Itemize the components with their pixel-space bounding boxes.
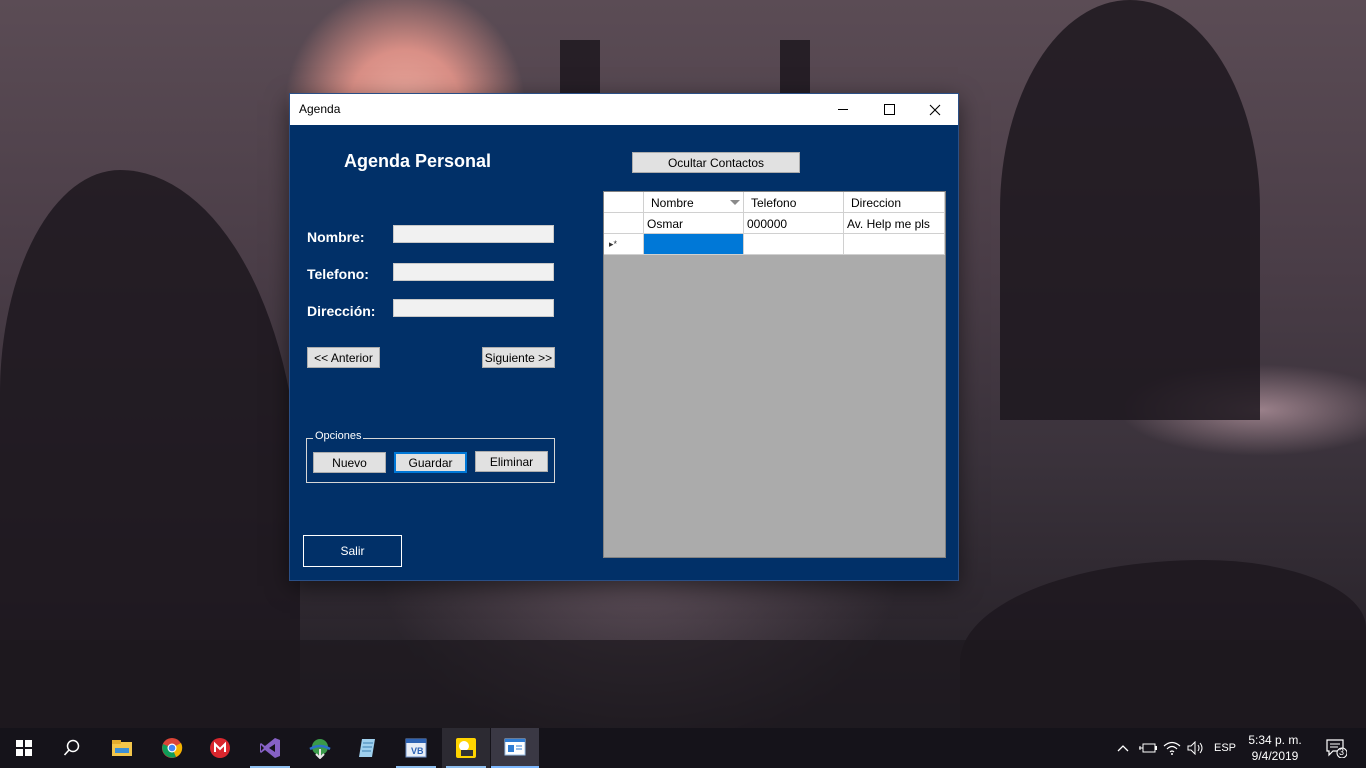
taskbar-mega[interactable] bbox=[196, 728, 244, 768]
page-title: Agenda Personal bbox=[344, 151, 492, 171]
options-group: Opciones Nuevo Guardar Eliminar bbox=[306, 430, 555, 483]
wifi-icon bbox=[1163, 741, 1181, 755]
notepad-icon bbox=[359, 739, 375, 757]
form-client-area: Agenda Personal Ocultar Contactos Nombre… bbox=[290, 125, 958, 580]
row-header[interactable] bbox=[604, 213, 644, 234]
agenda-window: Agenda Agenda Personal Ocultar Contactos… bbox=[290, 94, 958, 580]
window-title: Agenda bbox=[299, 102, 341, 116]
vb-icon: VB bbox=[405, 738, 427, 758]
delete-button[interactable]: Eliminar bbox=[475, 451, 548, 472]
search-button[interactable] bbox=[48, 728, 96, 768]
mega-icon bbox=[210, 738, 230, 758]
taskbar-file-explorer[interactable] bbox=[98, 728, 146, 768]
nombre-field[interactable] bbox=[393, 225, 554, 243]
column-header-telefono[interactable]: Telefono bbox=[744, 192, 844, 213]
new-row-marker[interactable]: ▸* bbox=[604, 234, 644, 255]
toggle-contacts-button[interactable]: Ocultar Contactos bbox=[632, 152, 800, 173]
action-center-button[interactable]: 3 bbox=[1316, 728, 1356, 768]
taskbar-vb[interactable]: VB bbox=[392, 728, 440, 768]
internet-download-icon bbox=[309, 739, 331, 759]
cell-telefono-new[interactable] bbox=[744, 234, 844, 255]
tray-language[interactable]: ESP bbox=[1210, 728, 1240, 768]
contacts-grid[interactable]: Nombre Telefono Direccion Osmar 000000 A… bbox=[603, 191, 946, 558]
direccion-label: Dirección: bbox=[307, 303, 376, 319]
tray-volume[interactable] bbox=[1186, 728, 1206, 768]
cell-nombre-new[interactable] bbox=[644, 234, 744, 255]
agenda-app-icon bbox=[504, 738, 526, 756]
file-explorer-icon bbox=[112, 740, 132, 756]
chevron-up-icon bbox=[1117, 745, 1129, 752]
nombre-label: Nombre: bbox=[307, 229, 365, 245]
tray-overflow-button[interactable] bbox=[1114, 728, 1132, 768]
notification-badge: 3 bbox=[1339, 747, 1345, 757]
minimize-button[interactable] bbox=[820, 94, 866, 125]
column-header-nombre[interactable]: Nombre bbox=[644, 192, 744, 213]
wallpaper-ground bbox=[0, 640, 1366, 728]
taskbar-internet-download[interactable] bbox=[296, 728, 344, 768]
taskbar-chrome[interactable] bbox=[148, 728, 196, 768]
next-button[interactable]: Siguiente >> bbox=[482, 347, 555, 368]
telefono-field[interactable] bbox=[393, 263, 554, 281]
tray-network[interactable] bbox=[1162, 728, 1182, 768]
taskbar-visual-studio[interactable] bbox=[246, 728, 294, 768]
start-icon bbox=[16, 740, 32, 756]
taskbar: VB ESP 5:34 p. m. 9/4/2019 3 bbox=[0, 728, 1366, 768]
clock-date: 9/4/2019 bbox=[1251, 749, 1299, 763]
tray-power[interactable] bbox=[1138, 728, 1158, 768]
close-icon bbox=[929, 104, 941, 115]
search-icon bbox=[63, 739, 80, 756]
taskbar-agenda-app[interactable] bbox=[491, 728, 539, 768]
maximize-button[interactable] bbox=[866, 94, 912, 125]
exit-button[interactable]: Salir bbox=[303, 535, 402, 567]
svg-text:VB: VB bbox=[411, 746, 424, 756]
cell-telefono[interactable]: 000000 bbox=[744, 213, 844, 234]
close-button[interactable] bbox=[912, 94, 958, 125]
row-header-corner[interactable] bbox=[604, 192, 644, 213]
cell-direccion-new[interactable] bbox=[844, 234, 945, 255]
grid-header-row: Nombre Telefono Direccion bbox=[604, 192, 945, 213]
minimize-icon bbox=[838, 109, 848, 110]
speaker-icon bbox=[1187, 741, 1203, 755]
visual-studio-icon bbox=[260, 738, 280, 758]
clock-time: 5:34 p. m. bbox=[1248, 733, 1302, 747]
taskbar-notepad[interactable] bbox=[344, 728, 392, 768]
options-legend: Opciones bbox=[313, 430, 364, 442]
app-icon bbox=[456, 738, 476, 758]
title-bar[interactable]: Agenda bbox=[290, 94, 958, 125]
cell-nombre[interactable]: Osmar bbox=[644, 213, 744, 234]
wallpaper-tree bbox=[1000, 0, 1260, 420]
save-button[interactable]: Guardar bbox=[394, 452, 467, 473]
new-button[interactable]: Nuevo bbox=[313, 452, 386, 473]
taskbar-app[interactable] bbox=[442, 728, 490, 768]
start-button[interactable] bbox=[0, 728, 48, 768]
battery-plug-icon bbox=[1139, 743, 1157, 753]
cell-direccion[interactable]: Av. Help me pls bbox=[844, 213, 945, 234]
new-row[interactable]: ▸* bbox=[604, 234, 945, 255]
maximize-icon bbox=[883, 104, 895, 115]
previous-button[interactable]: << Anterior bbox=[307, 347, 380, 368]
tray-clock[interactable]: 5:34 p. m. 9/4/2019 bbox=[1242, 732, 1308, 764]
chrome-icon bbox=[162, 738, 183, 758]
direccion-field[interactable] bbox=[393, 299, 554, 317]
table-row[interactable]: Osmar 000000 Av. Help me pls bbox=[604, 213, 945, 234]
telefono-label: Telefono: bbox=[307, 266, 369, 282]
column-header-direccion[interactable]: Direccion bbox=[844, 192, 945, 213]
sort-arrow-icon bbox=[730, 200, 740, 205]
